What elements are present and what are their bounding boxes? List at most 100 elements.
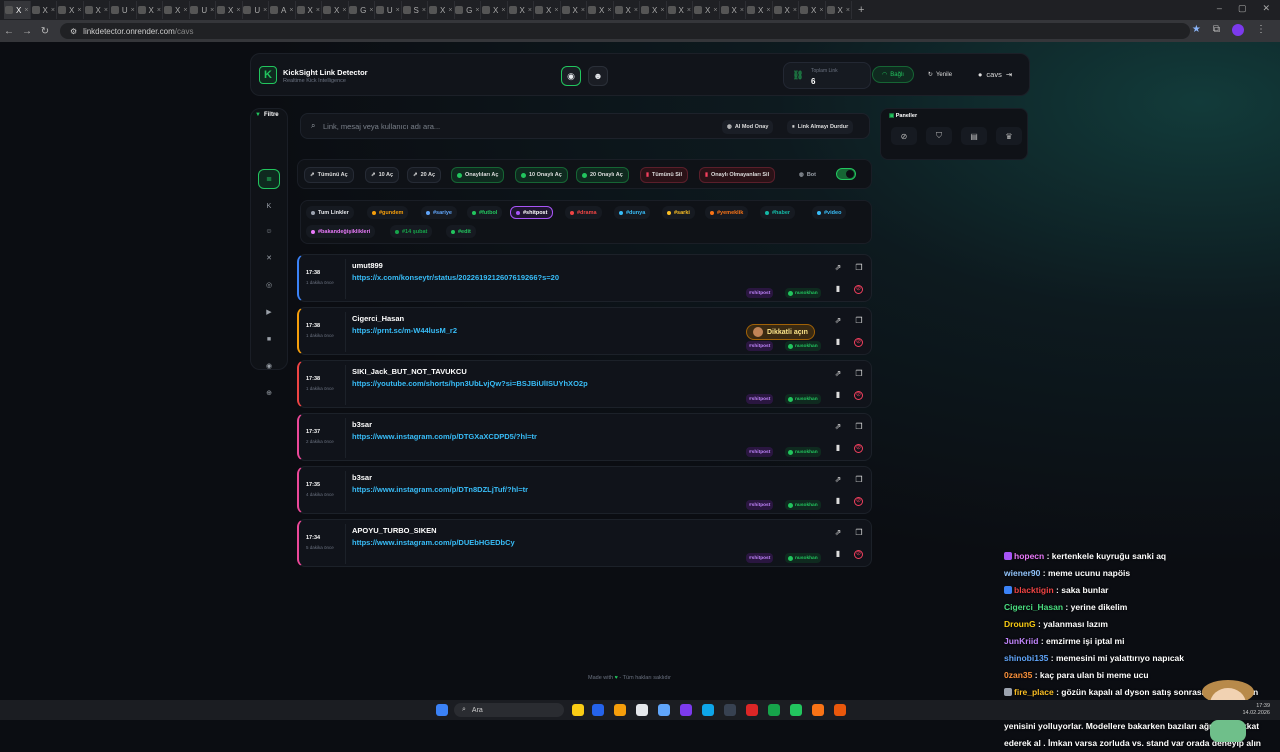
app-icon[interactable] bbox=[724, 704, 736, 716]
tab-close-icon[interactable]: × bbox=[183, 7, 187, 14]
open-approved-button[interactable]: Onaylıları Aç bbox=[451, 167, 505, 183]
streamer-avatar-icon[interactable]: ◉ bbox=[561, 66, 581, 86]
open-10-approved-button[interactable]: 10 Onaylı Aç bbox=[515, 167, 568, 183]
tab-close-icon[interactable]: × bbox=[157, 7, 161, 14]
link-url[interactable]: https://www.instagram.com/p/DTGXaXCDPD5/… bbox=[352, 432, 537, 441]
stop-links-button[interactable]: ⏸ Link Almayı Durdur bbox=[787, 120, 854, 134]
link-url[interactable]: https://www.instagram.com/p/DUEbHGEDbCy bbox=[352, 538, 515, 547]
browser-tab[interactable]: X × bbox=[667, 1, 693, 19]
ai-mod-approve-button[interactable]: ◍ AI Mod Onay bbox=[722, 120, 774, 134]
tab-close-icon[interactable]: × bbox=[528, 7, 532, 14]
url-field[interactable]: ⚙ linkdetector.onrender.com/cavs bbox=[60, 23, 1190, 39]
delete-icon[interactable]: ▮ bbox=[832, 495, 844, 507]
open-link-icon[interactable]: ⇗ bbox=[832, 527, 844, 539]
delete-icon[interactable]: ▮ bbox=[832, 336, 844, 348]
tag-filter[interactable]: #edit bbox=[446, 225, 476, 238]
tag-filter[interactable]: #sarki bbox=[662, 206, 695, 219]
delete-unapproved-button[interactable]: ▮ Onaylı Olmayanları Sil bbox=[699, 167, 776, 183]
ban-user-icon[interactable]: ⊘ bbox=[854, 391, 863, 400]
browser-tab[interactable]: X × bbox=[799, 1, 826, 19]
new-tab-button[interactable]: + bbox=[858, 4, 864, 16]
browser-tab[interactable]: X × bbox=[57, 1, 84, 19]
sidebar-filter-video[interactable]: ■ bbox=[258, 329, 280, 349]
tab-close-icon[interactable]: × bbox=[819, 7, 823, 14]
tab-close-icon[interactable]: × bbox=[448, 7, 452, 14]
tab-close-icon[interactable]: × bbox=[316, 7, 320, 14]
tab-close-icon[interactable]: × bbox=[104, 7, 108, 14]
browser-tab[interactable]: X × bbox=[508, 1, 534, 19]
browser-tab[interactable]: G × bbox=[349, 1, 375, 19]
browser-tab[interactable]: U × bbox=[243, 1, 269, 19]
browser-tab[interactable]: U × bbox=[375, 1, 402, 19]
open-link-icon[interactable]: ⇗ bbox=[832, 368, 844, 380]
user-menu[interactable]: ● cavs ⇥ bbox=[967, 66, 1023, 83]
archive-panel-button[interactable]: ▤ bbox=[961, 127, 987, 145]
spotify-icon[interactable] bbox=[790, 704, 802, 716]
tag-filter[interactable]: #sariye bbox=[421, 206, 457, 219]
browser-tab[interactable]: X × bbox=[322, 1, 349, 19]
tab-close-icon[interactable]: × bbox=[660, 7, 664, 14]
tab-close-icon[interactable]: × bbox=[501, 7, 505, 14]
shield-panel-button[interactable]: ⛉ bbox=[926, 127, 952, 145]
tag-filter[interactable]: #gundem bbox=[367, 206, 409, 219]
delete-icon[interactable]: ▮ bbox=[832, 548, 844, 560]
ban-panel-button[interactable]: ⊘ bbox=[891, 127, 917, 145]
delete-icon[interactable]: ▮ bbox=[832, 283, 844, 295]
copy-icon[interactable]: ❐ bbox=[853, 421, 865, 433]
browser-tab[interactable]: S × bbox=[402, 1, 428, 19]
copy-icon[interactable]: ❐ bbox=[853, 315, 865, 327]
search-input[interactable] bbox=[323, 119, 703, 133]
chrome-active-icon[interactable] bbox=[834, 704, 846, 716]
whatsapp-icon[interactable] bbox=[768, 704, 780, 716]
browser-tab[interactable]: X × bbox=[614, 1, 640, 19]
app-icon[interactable] bbox=[746, 704, 758, 716]
tab-close-icon[interactable]: × bbox=[236, 7, 240, 14]
browser-menu-icon[interactable]: ⋮ bbox=[1256, 24, 1266, 36]
browser-tab[interactable]: X × bbox=[587, 1, 614, 19]
site-info-icon[interactable]: ⚙ bbox=[70, 27, 77, 36]
file-explorer-icon[interactable] bbox=[572, 704, 584, 716]
extensions-icon[interactable]: ⧉ bbox=[1213, 24, 1220, 36]
tag-filter[interactable]: #bakandeğişiklikleri bbox=[306, 225, 376, 238]
tab-close-icon[interactable]: × bbox=[607, 7, 611, 14]
tab-close-icon[interactable]: × bbox=[766, 7, 770, 14]
tab-close-icon[interactable]: × bbox=[369, 7, 373, 14]
browser-tab[interactable]: X × bbox=[31, 1, 57, 19]
tab-close-icon[interactable]: × bbox=[687, 7, 691, 14]
minimize-icon[interactable]: – bbox=[1217, 3, 1222, 14]
tag-filter[interactable]: #yemeklik bbox=[705, 206, 749, 219]
tag-filter[interactable]: #drama bbox=[565, 206, 602, 219]
copy-icon[interactable]: ❐ bbox=[853, 474, 865, 486]
trophy-panel-button[interactable]: ♛ bbox=[996, 127, 1022, 145]
open-20-button[interactable]: ⇗ 20 Aç bbox=[407, 167, 442, 183]
sidebar-filter-globe[interactable]: ⊕ bbox=[258, 383, 280, 403]
browser-tab[interactable]: U × bbox=[190, 1, 216, 19]
tab-close-icon[interactable]: × bbox=[846, 7, 850, 14]
tab-close-icon[interactable]: × bbox=[396, 7, 400, 14]
tab-close-icon[interactable]: × bbox=[554, 7, 558, 14]
ban-user-icon[interactable]: ⊘ bbox=[854, 550, 863, 559]
browser-tab[interactable]: X × bbox=[428, 1, 455, 19]
browser-tab[interactable]: X × bbox=[561, 1, 587, 19]
tag-filter[interactable]: #futbol bbox=[467, 206, 503, 219]
tag-filter[interactable]: #dunya bbox=[614, 206, 651, 219]
forward-icon[interactable]: → bbox=[18, 26, 36, 37]
back-icon[interactable]: ← bbox=[0, 26, 18, 37]
tab-close-icon[interactable]: × bbox=[131, 7, 135, 14]
tab-close-icon[interactable]: × bbox=[581, 7, 585, 14]
copy-icon[interactable]: ❐ bbox=[853, 368, 865, 380]
tab-close-icon[interactable]: × bbox=[210, 7, 214, 14]
edge-icon[interactable] bbox=[592, 704, 604, 716]
tab-close-icon[interactable]: × bbox=[740, 7, 744, 14]
tab-close-icon[interactable]: × bbox=[793, 7, 797, 14]
tag-filter[interactable]: #shitpost bbox=[510, 206, 554, 219]
bot-toggle[interactable] bbox=[836, 168, 856, 180]
tab-close-icon[interactable]: × bbox=[263, 7, 267, 14]
link-url[interactable]: https://www.instagram.com/p/DTn8DZLjTuf/… bbox=[352, 485, 528, 494]
sidebar-filter-user-add[interactable]: ☺ bbox=[258, 221, 280, 241]
refresh-button[interactable]: ↻ Yenile bbox=[920, 66, 960, 83]
sidebar-filter-instagram[interactable]: ◎ bbox=[258, 275, 280, 295]
delete-icon[interactable]: ▮ bbox=[832, 442, 844, 454]
browser-tab[interactable]: X × bbox=[746, 1, 773, 19]
tab-close-icon[interactable]: × bbox=[634, 7, 638, 14]
